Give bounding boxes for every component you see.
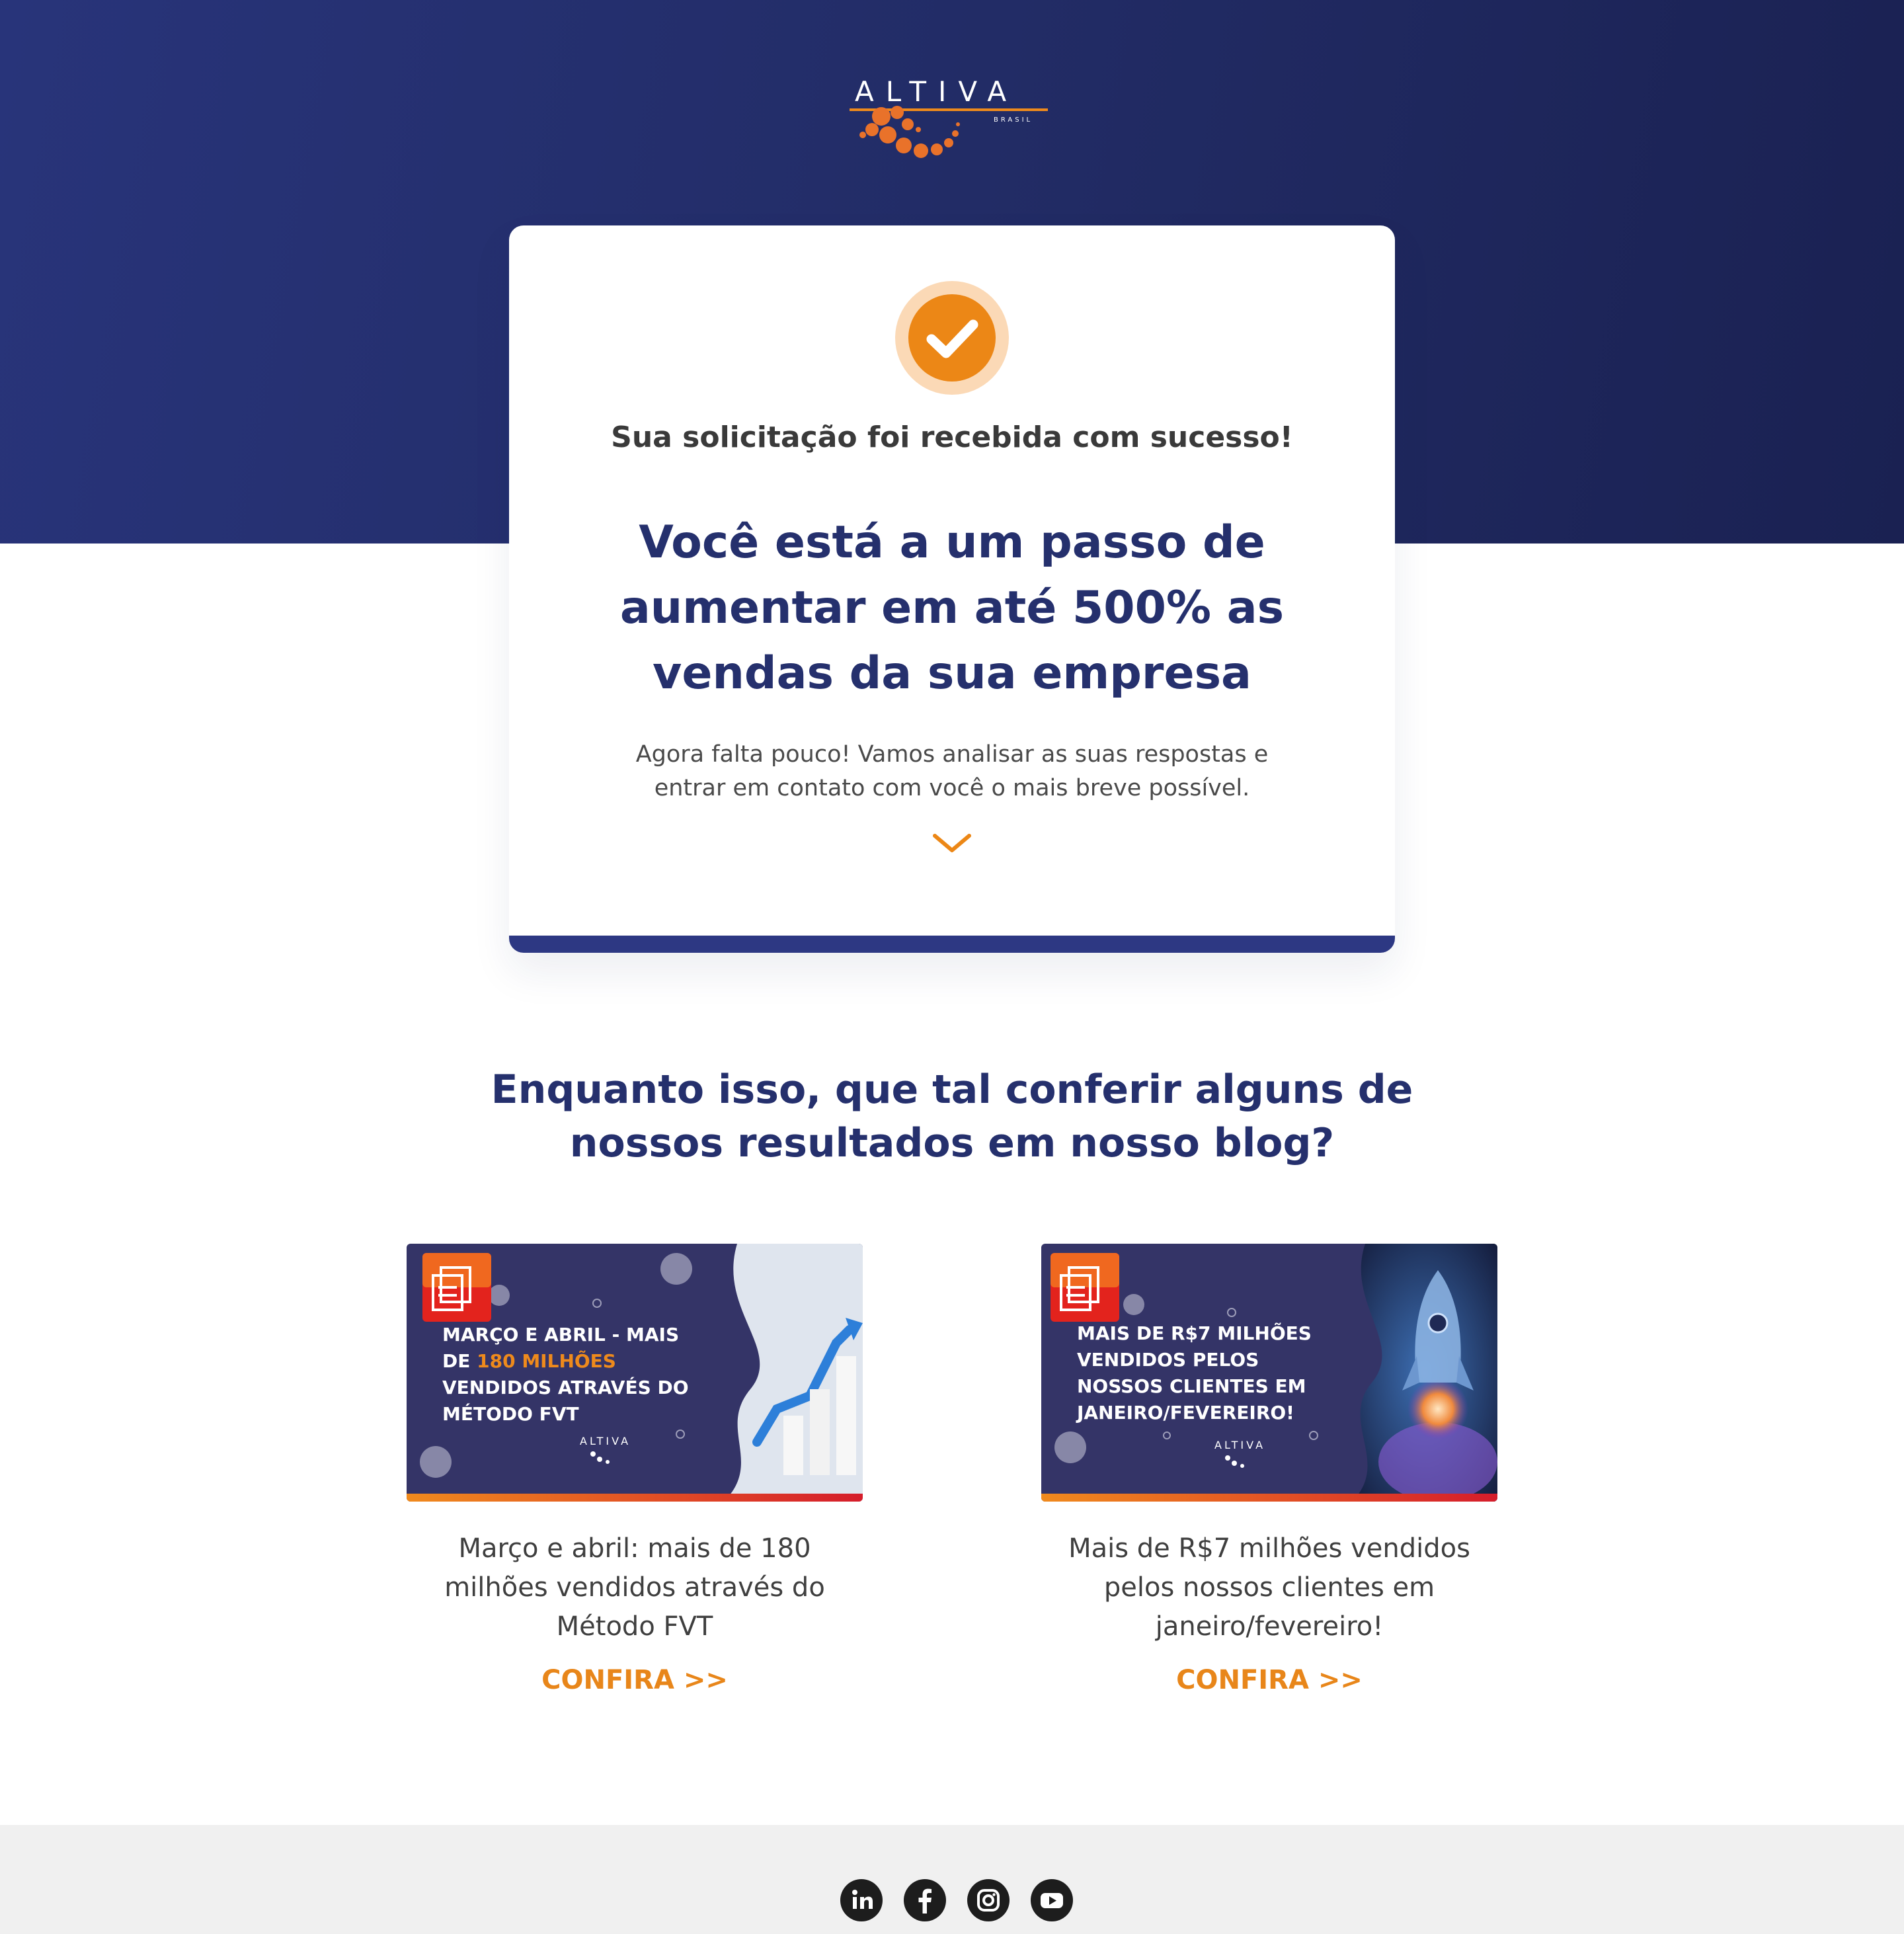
- chevron-down-icon[interactable]: [932, 832, 972, 854]
- facebook-icon[interactable]: [904, 1879, 946, 1921]
- card-headline: Você está a um passo de aumentar em até …: [619, 516, 1285, 700]
- thumbnail-text: MAIS DE R$7 MILHÕES VENDIDOS PELOS NOSSO…: [1077, 1322, 1312, 1424]
- svg-text:ALTIVA: ALTIVA: [1214, 1439, 1265, 1451]
- thumbnail-accent-bar: [407, 1494, 863, 1502]
- confirmation-card: Sua solicitação foi recebida com sucesso…: [509, 225, 1395, 953]
- logo-wordmark: ALTIVA: [855, 75, 1019, 108]
- blog-post-card: ALTIVA MAIS DE R$7 MILHÕES VENDIDOS PELO…: [1041, 1244, 1497, 1695]
- svg-text:ALTIVA: ALTIVA: [580, 1435, 631, 1447]
- thumbnail-accent-bar: [1041, 1494, 1497, 1502]
- success-message: Sua solicitação foi recebida com sucesso…: [611, 421, 1293, 454]
- linkedin-icon[interactable]: [840, 1879, 883, 1921]
- footer: [0, 1825, 1904, 1934]
- blog-post-link[interactable]: CONFIRA >>: [1041, 1665, 1497, 1695]
- blog-section-title: Enquanto isso, que tal conferir alguns d…: [491, 1067, 1413, 1166]
- thumbnail-text: MARÇO E ABRIL - MAIS DE 180 MILHÕES VEND…: [442, 1324, 689, 1425]
- blog-post-thumbnail[interactable]: ALTIVA MAIS DE R$7 MILHÕES VENDIDOS PELO…: [1041, 1244, 1497, 1502]
- blog-post-link[interactable]: CONFIRA >>: [407, 1665, 863, 1695]
- blog-post-caption: Mais de R$7 milhões vendidos pelos nosso…: [1068, 1533, 1470, 1642]
- card-bottom-bar: [509, 936, 1395, 953]
- instagram-icon[interactable]: [967, 1879, 1010, 1921]
- altiva-logo[interactable]: ALTIVA BRASIL: [850, 71, 1054, 164]
- blog-post-caption: Março e abril: mais de 180 milhões vendi…: [444, 1533, 825, 1642]
- youtube-icon[interactable]: [1031, 1879, 1073, 1921]
- check-circle-icon: [895, 281, 1009, 395]
- card-description: Agora falta pouco! Vamos analisar as sua…: [635, 741, 1269, 801]
- logo-subtitle: BRASIL: [994, 116, 1033, 124]
- blog-post-thumbnail[interactable]: ALTIVA MARÇO E ABRIL - MAIS DE 180 MILHÕ…: [407, 1244, 863, 1502]
- blog-post-card: ALTIVA MARÇO E ABRIL - MAIS DE 180 MILHÕ…: [407, 1244, 863, 1695]
